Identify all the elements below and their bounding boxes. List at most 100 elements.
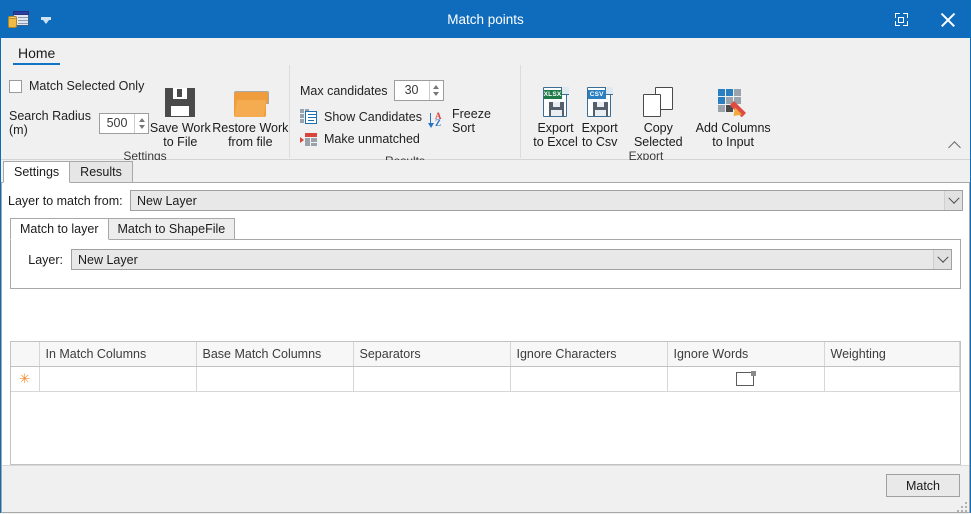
match-selected-only-checkbox[interactable]: Match Selected Only [9, 79, 149, 93]
cell-base-match-columns[interactable] [196, 366, 354, 392]
match-columns-table: In Match Columns Base Match Columns Sepa… [11, 342, 960, 392]
layer-value: New Layer [78, 252, 138, 267]
window-title: Match points [447, 12, 524, 27]
tab-match-to-layer[interactable]: Match to layer [10, 218, 109, 240]
column-header-base-match-columns[interactable]: Base Match Columns [196, 342, 354, 367]
match-button[interactable]: Match [886, 474, 960, 497]
export-to-excel-button[interactable]: XLSX Export to Excel [533, 79, 578, 149]
cell-in-match-columns[interactable] [39, 366, 197, 392]
cell-ignore-words[interactable] [667, 366, 825, 392]
ribbon-group-results-items: Max candidates 30 Show Candidates Make u… [290, 71, 520, 154]
ribbon-group-settings: Match Selected Only Search Radius (m) 50… [1, 65, 289, 163]
chevron-down-icon[interactable] [933, 250, 951, 269]
add-columns-icon [718, 81, 748, 120]
floppy-disk-icon [165, 81, 196, 117]
save-work-to-file-button[interactable]: Save Work to File [149, 71, 212, 149]
export-csv-line2: to Csv [581, 135, 618, 149]
max-candidates-spin-arrows[interactable] [428, 81, 443, 100]
title-bar: Match points [1, 1, 970, 38]
column-header-weighting[interactable]: Weighting [824, 342, 960, 367]
ribbon-group-export: XLSX Export to Excel CSV Export to Csv C… [520, 65, 771, 163]
search-radius-value[interactable]: 500 [100, 114, 134, 133]
layer-to-match-from-row: Layer to match from: New Layer [2, 183, 969, 211]
xlsx-badge: XLSX [543, 90, 562, 99]
match-columns-grid[interactable]: In Match Columns Base Match Columns Sepa… [10, 341, 961, 465]
export-excel-line2: to Excel [533, 135, 578, 149]
add-columns-line1: Add Columns [695, 121, 771, 135]
chevron-up-icon[interactable] [946, 138, 962, 154]
new-row-star-icon: ✳ [19, 371, 31, 386]
layer-to-match-from-label: Layer to match from: [8, 193, 123, 208]
column-header-separators[interactable]: Separators [353, 342, 511, 367]
restore-work-label: Restore Work from file [212, 121, 288, 149]
freeze-sort-label: Freeze Sort [452, 107, 491, 135]
max-candidates-value[interactable]: 30 [395, 81, 429, 100]
page-icon[interactable] [735, 371, 756, 387]
ribbon-group-export-items: XLSX Export to Excel CSV Export to Csv C… [521, 71, 771, 149]
layer-to-match-from-combobox[interactable]: New Layer [130, 190, 963, 211]
restore-button[interactable] [878, 1, 924, 38]
new-row-indicator: ✳ [11, 366, 40, 392]
match-selected-only-label: Match Selected Only [29, 79, 145, 93]
ribbon: Home Match Selected Only Search Radius (… [1, 38, 970, 168]
freeze-sort-button[interactable]: AZ Freeze Sort [427, 107, 491, 135]
export-to-csv-button[interactable]: CSV Export to Csv [578, 79, 621, 149]
make-unmatched-button[interactable]: Make unmatched [300, 132, 444, 146]
add-columns-line2: to Input [712, 135, 754, 149]
max-candidates-stepper[interactable]: 30 [393, 80, 444, 101]
max-candidates-label: Max candidates [300, 83, 388, 98]
checkbox-box [9, 79, 22, 93]
column-header-ignore-characters[interactable]: Ignore Characters [510, 342, 668, 367]
save-work-line2: to File [163, 135, 198, 149]
table-row[interactable]: ✳ [11, 366, 960, 392]
ribbon-tab-strip: Home [1, 38, 970, 65]
tab-settings[interactable]: Settings [3, 161, 71, 183]
panel-bottom-bar: Match [2, 465, 969, 512]
export-csv-label: Export to Csv [582, 121, 618, 149]
ribbon-tab-home[interactable]: Home [13, 45, 61, 65]
settings-panel: Layer to match from: New Layer Match to … [1, 183, 970, 513]
resize-grip-icon[interactable] [955, 500, 967, 512]
show-candidates-label: Show Candidates [324, 109, 422, 124]
save-work-line1: Save Work [149, 121, 211, 135]
search-radius-row: Search Radius (m) 500 [9, 109, 149, 137]
spin-down-icon[interactable] [433, 92, 440, 96]
cell-weighting[interactable] [824, 366, 960, 392]
export-excel-line1: Export [537, 121, 574, 135]
row-header-corner [11, 342, 40, 367]
open-folder-icon [234, 81, 270, 117]
search-radius-spin-arrows[interactable] [134, 113, 148, 133]
ribbon-group-settings-items: Match Selected Only Search Radius (m) 50… [1, 71, 289, 149]
csv-badge: CSV [587, 90, 606, 99]
tab-results[interactable]: Results [69, 161, 133, 183]
max-candidates-row: Max candidates 30 [300, 80, 444, 101]
copy-selected-button[interactable]: Copy Selected [621, 79, 695, 149]
window-buttons [878, 1, 970, 38]
column-header-ignore-words[interactable]: Ignore Words [667, 342, 825, 367]
column-header-in-match-columns[interactable]: In Match Columns [39, 342, 197, 367]
copy-pages-icon [643, 81, 674, 117]
spin-down-icon[interactable] [138, 124, 145, 129]
restore-work-line2: from file [228, 135, 273, 149]
settings-left-column: Match Selected Only Search Radius (m) 50… [1, 71, 149, 149]
search-radius-stepper[interactable]: 500 [99, 112, 149, 134]
restore-work-line1: Restore Work [212, 121, 289, 135]
show-candidates-button[interactable]: Show Candidates [300, 109, 444, 124]
tab-match-to-shapefile[interactable]: Match to ShapeFile [107, 218, 236, 240]
export-excel-label: Export to Excel [533, 121, 577, 149]
close-icon [940, 12, 955, 27]
restore-work-from-file-button[interactable]: Restore Work from file [212, 71, 289, 149]
cell-ignore-characters[interactable] [510, 366, 668, 392]
layer-combobox[interactable]: New Layer [71, 249, 952, 270]
export-csv-icon: CSV [586, 81, 613, 117]
restore-icon [894, 13, 908, 26]
copy-selected-label: Copy Selected [633, 121, 683, 149]
chevron-down-icon[interactable] [944, 191, 962, 210]
add-columns-to-input-button[interactable]: Add Columns to Input [695, 79, 771, 149]
save-work-label: Save Work to File [150, 121, 211, 149]
spin-up-icon[interactable] [138, 117, 145, 122]
quick-access-dropdown-icon[interactable] [40, 14, 52, 26]
cell-separators[interactable] [353, 366, 511, 392]
close-button[interactable] [924, 1, 970, 38]
spin-up-icon[interactable] [433, 85, 440, 89]
